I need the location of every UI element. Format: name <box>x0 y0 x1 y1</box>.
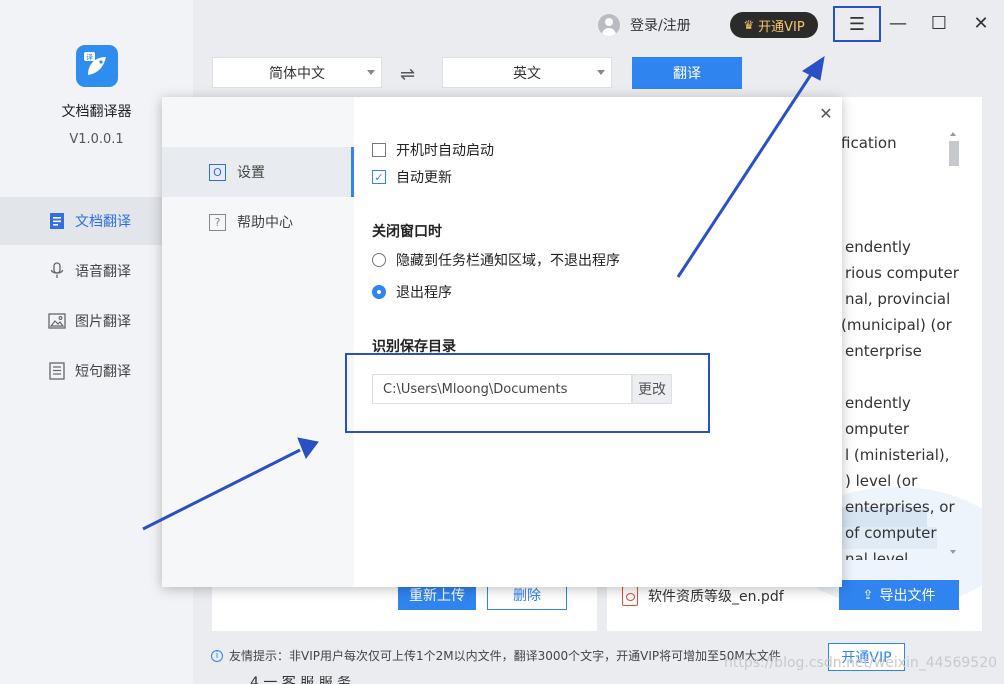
scrollbar-thumb[interactable] <box>949 141 959 166</box>
hamburger-menu-icon: ☰ <box>848 13 866 35</box>
app-logo-icon: 译 <box>76 45 118 87</box>
minimize-icon: — <box>889 12 907 34</box>
close-window-section-title: 关闭窗口时 <box>372 224 442 240</box>
info-icon: i <box>211 649 223 662</box>
translated-text-line: enterprises, or <box>845 498 955 516</box>
translated-text-line: rious computer <box>845 264 959 282</box>
maximize-button[interactable]: ☐ <box>924 8 954 38</box>
exit-program-radio[interactable] <box>372 285 386 299</box>
help-icon: ? <box>209 213 226 231</box>
auto-update-label: 自动更新 <box>396 170 452 186</box>
blog-watermark: https://blog.csdn.net/weixin_44569520 <box>724 655 998 671</box>
dialog-nav-help-center[interactable]: ? 帮助中心 <box>162 197 354 247</box>
login-label: 登录/注册 <box>630 18 691 34</box>
close-option-exit-row[interactable]: 退出程序 <box>372 282 452 302</box>
vip-label: 开通VIP <box>758 19 805 35</box>
menu-button[interactable]: ☰ <box>833 6 881 42</box>
hide-to-tray-radio[interactable] <box>372 253 386 267</box>
settings-dialog-sidebar: O 设置 ? 帮助中心 <box>162 97 354 587</box>
upload-icon: ⇪ <box>862 587 874 603</box>
annotation-highlight-box <box>345 353 710 433</box>
translated-text-line: nal, provincial <box>845 290 951 308</box>
settings-icon: O <box>209 163 226 181</box>
auto-start-checkbox-row[interactable]: 开机时自动启动 <box>372 140 494 160</box>
text-lines-icon <box>48 362 66 380</box>
translated-text-line: of computer <box>845 524 937 542</box>
open-vip-button[interactable]: ♛ 开通VIP <box>730 12 818 38</box>
translated-text-line: fication <box>841 134 897 152</box>
close-option-hide-row[interactable]: 隐藏到任务栏通知区域，不退出程序 <box>372 250 620 270</box>
translated-text-line: ) level (or <box>845 472 918 490</box>
target-language-select[interactable]: 英文 <box>442 57 612 88</box>
vertical-scrollbar[interactable] <box>946 130 960 560</box>
output-file-name: 软件资质等级_en.pdf <box>648 589 784 605</box>
chevron-down-icon <box>597 70 605 75</box>
scroll-up-arrow-icon[interactable] <box>950 132 956 136</box>
sidebar-item-label: 语音翻译 <box>75 264 131 280</box>
export-label: 导出文件 <box>879 588 936 604</box>
clipped-text: 4 一 客 服 服 务 <box>250 676 352 684</box>
pdf-file-icon <box>622 586 638 606</box>
sidebar-item-label: 图片翻译 <box>75 314 131 330</box>
footer-tip: i 友情提示：非VIP用户每次仅可上传1个2M以内文件，翻译3000个文字，开通… <box>211 647 781 664</box>
login-register-link[interactable]: 登录/注册 <box>598 13 691 37</box>
hide-to-tray-label: 隐藏到任务栏通知区域，不退出程序 <box>396 253 620 269</box>
translated-text-line: nal level <box>845 550 909 560</box>
auto-start-label: 开机时自动启动 <box>396 143 494 159</box>
export-file-button[interactable]: ⇪ 导出文件 <box>839 580 959 610</box>
maximize-icon: ☐ <box>930 12 948 34</box>
settings-dialog: O 设置 ? 帮助中心 ✕ 开机时自动启动 ✓ 自动更新 关闭窗口时 隐藏到任务… <box>162 97 842 587</box>
document-icon <box>48 212 66 230</box>
bird-logo-icon: 译 <box>84 52 106 75</box>
translated-text-line: omputer <box>845 420 910 438</box>
exit-program-label: 退出程序 <box>396 285 452 301</box>
translated-text-line: endently <box>845 394 911 412</box>
translated-text-line: l (ministerial), <box>845 446 950 464</box>
swap-languages-icon[interactable]: ⇌ <box>400 64 415 85</box>
dialog-nav-label: 帮助中心 <box>237 215 293 231</box>
sidebar-item-label: 文档翻译 <box>75 214 131 230</box>
user-avatar-icon <box>598 14 620 36</box>
scroll-down-arrow-icon[interactable] <box>950 550 956 554</box>
crown-icon: ♛ <box>743 18 755 32</box>
target-language-value: 英文 <box>513 65 541 82</box>
minimize-button[interactable]: — <box>883 8 913 38</box>
auto-update-checkbox-row[interactable]: ✓ 自动更新 <box>372 167 452 187</box>
footer-tip-text: 友情提示：非VIP用户每次仅可上传1个2M以内文件，翻译3000个文字，开通VI… <box>229 649 781 663</box>
close-icon: ✕ <box>973 12 989 34</box>
translated-text-line: enterprise <box>845 342 922 360</box>
close-window-button[interactable]: ✕ <box>966 8 996 38</box>
translated-text-line: endently <box>845 238 911 256</box>
chevron-down-icon <box>367 70 375 75</box>
svg-text:译: 译 <box>86 54 93 62</box>
auto-update-checkbox[interactable]: ✓ <box>372 170 386 184</box>
translated-text-line: (municipal) (or <box>841 316 952 334</box>
dialog-close-button[interactable]: ✕ <box>818 104 834 123</box>
dialog-nav-label: 设置 <box>237 165 265 181</box>
microphone-icon <box>48 262 66 280</box>
source-language-select[interactable]: 简体中文 <box>212 57 382 88</box>
sidebar-item-label: 短句翻译 <box>75 364 131 380</box>
auto-start-checkbox[interactable] <box>372 143 386 157</box>
dialog-nav-settings[interactable]: O 设置 <box>162 147 354 197</box>
source-language-value: 简体中文 <box>269 65 325 82</box>
translate-button[interactable]: 翻译 <box>632 57 742 89</box>
image-icon <box>48 312 66 330</box>
